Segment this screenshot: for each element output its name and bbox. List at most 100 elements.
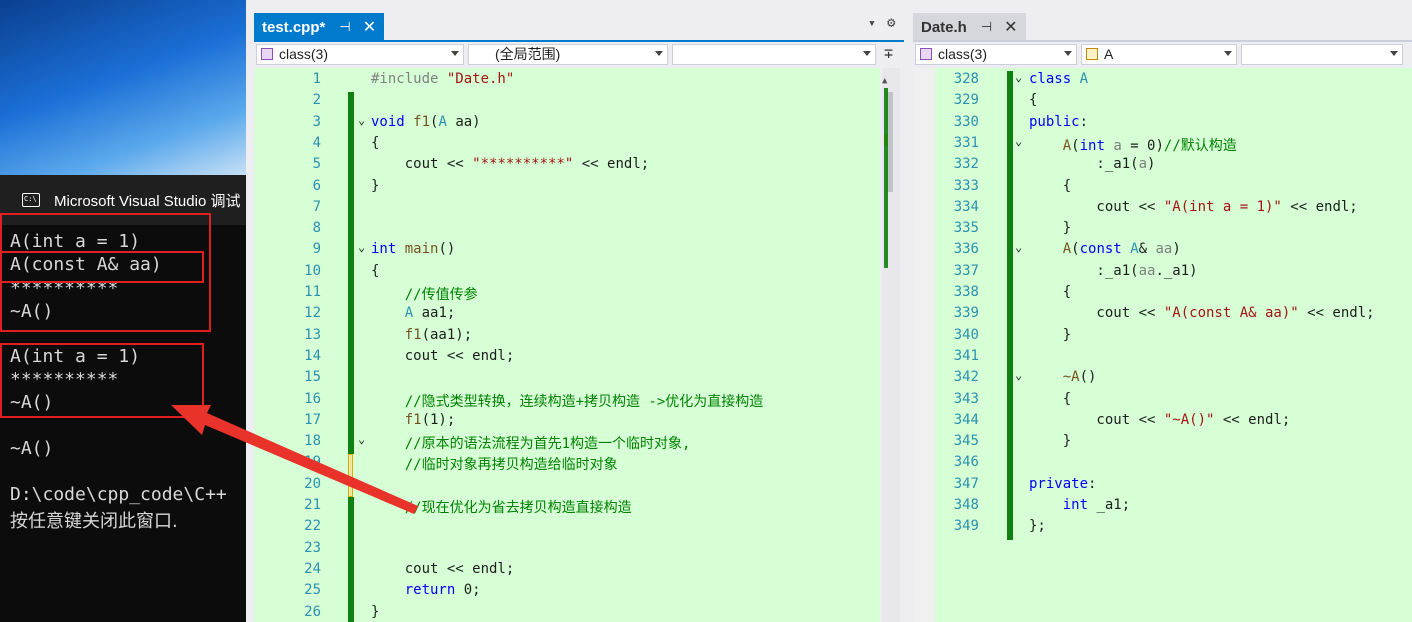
code-line[interactable]: cout << "**********" << endl; <box>371 156 649 172</box>
scope-dropdown[interactable]: (全局范围) <box>468 43 668 65</box>
code-line[interactable]: class A <box>1029 71 1088 87</box>
code-line[interactable]: :_a1(a) <box>1029 156 1155 172</box>
code-line[interactable]: cout << "~A()" << endl; <box>1029 412 1290 428</box>
line-number: 6 <box>312 177 321 194</box>
class-icon <box>261 47 273 60</box>
code-line[interactable]: cout << "A(int a = 1)" << endl; <box>1029 199 1357 215</box>
editor-margin <box>913 68 935 622</box>
close-icon[interactable]: ✕ <box>363 17 376 37</box>
line-number: 334 <box>953 198 979 215</box>
code-line[interactable]: { <box>371 263 379 279</box>
code-line[interactable]: return 0; <box>371 582 481 598</box>
chevron-down-icon <box>1390 50 1398 56</box>
code-line[interactable]: cout << "A(const A& aa)" << endl; <box>1029 305 1374 321</box>
code-line[interactable]: } <box>1029 433 1071 449</box>
code-line[interactable]: //原本的语法流程为首先1构造一个临时对象, <box>371 433 691 453</box>
line-number: 333 <box>953 177 979 194</box>
scope-dropdown[interactable]: A <box>1081 43 1237 65</box>
close-icon[interactable]: ✕ <box>1004 17 1017 37</box>
line-number: 10 <box>304 262 321 279</box>
highlight-box-copy-ctor <box>0 251 204 283</box>
line-number: 347 <box>953 475 979 492</box>
fold-chevron-icon[interactable]: ⌄ <box>358 432 365 446</box>
line-number: 21 <box>304 497 321 513</box>
code-line[interactable]: ~A() <box>1029 369 1097 385</box>
fold-chevron-icon[interactable]: ⌄ <box>1015 70 1022 84</box>
code-line[interactable]: cout << endl; <box>371 348 515 364</box>
line-number: 345 <box>953 433 979 450</box>
line-number: 329 <box>953 92 979 109</box>
fold-chevron-icon[interactable]: ⌄ <box>1015 368 1022 382</box>
line-number: 11 <box>304 284 321 300</box>
code-line[interactable]: int main() <box>371 241 455 257</box>
gear-icon[interactable]: ⚙ <box>887 15 895 31</box>
line-number: 7 <box>312 198 321 215</box>
code-line[interactable]: private: <box>1029 476 1096 492</box>
line-number: 338 <box>953 284 979 300</box>
line-number: 18 <box>304 433 321 450</box>
code-line[interactable]: void f1(A aa) <box>371 114 481 130</box>
member-dropdown[interactable] <box>672 43 876 65</box>
class-dropdown[interactable]: class(3) <box>256 43 464 65</box>
code-line[interactable]: } <box>1029 220 1071 236</box>
line-number: 349 <box>953 518 979 535</box>
navigation-bar: class(3) A <box>913 40 1412 66</box>
tab-title: Date.h <box>921 18 967 36</box>
change-marker <box>884 88 888 268</box>
code-line[interactable]: #include "Date.h" <box>371 71 514 87</box>
line-number: 24 <box>304 560 321 577</box>
tab-strip: test.cpp* ⊣ ✕ ▾ ⚙ <box>254 10 904 41</box>
code-editor[interactable]: 1 #include "Date.h" 2 3 void f1(A aa) 4{5 cou… <box>254 68 880 622</box>
code-line[interactable]: }; <box>1029 518 1046 534</box>
code-editor[interactable]: 328 class A 329 {330 public: 331 A(int a = 0)… <box>935 68 1412 622</box>
code-line[interactable]: } <box>1029 327 1071 343</box>
editor-pane-date-h: Date.h ⊣ ✕ class(3) A 328 class A 329 {330 p… <box>913 10 1412 622</box>
line-number: 22 <box>304 518 321 535</box>
fold-chevron-icon[interactable]: ⌄ <box>358 240 365 254</box>
code-line[interactable]: { <box>1029 391 1071 407</box>
line-number: 332 <box>953 156 979 173</box>
line-number: 335 <box>953 220 979 237</box>
line-number: 346 <box>953 454 979 471</box>
code-line[interactable]: { <box>1029 284 1071 300</box>
code-line[interactable]: } <box>371 178 379 194</box>
code-line[interactable]: //临时对象再拷贝构造给临时对象 <box>371 454 618 474</box>
code-line[interactable]: //传值传参 <box>371 284 478 304</box>
line-number: 17 <box>304 411 321 428</box>
code-line[interactable]: f1(1); <box>371 412 456 428</box>
code-line[interactable]: A aa1; <box>371 305 456 321</box>
code-line[interactable]: //现在优化为省去拷贝构造直接构造 <box>371 497 632 517</box>
scroll-up-icon[interactable]: ▲ <box>882 76 887 86</box>
dropdown-chevron-icon[interactable]: ▾ <box>868 16 876 31</box>
code-line[interactable]: { <box>1029 178 1071 194</box>
code-line[interactable]: { <box>371 135 379 151</box>
line-number: 12 <box>304 305 321 322</box>
pin-icon[interactable]: ⊣ <box>339 19 350 35</box>
split-icon[interactable]: ∓ <box>884 44 893 62</box>
chevron-down-icon <box>1224 50 1232 56</box>
member-dropdown[interactable] <box>1241 43 1403 65</box>
code-line[interactable]: public: <box>1029 114 1088 130</box>
fold-chevron-icon[interactable]: ⌄ <box>1015 240 1022 254</box>
line-number: 14 <box>304 347 321 364</box>
code-line[interactable]: //隐式类型转换，连续构造+拷贝构造 ->优化为直接构造 <box>371 391 764 411</box>
code-line[interactable]: f1(aa1); <box>371 327 472 343</box>
code-line[interactable]: :_a1(aa._a1) <box>1029 263 1197 279</box>
tab-test-cpp[interactable]: test.cpp* ⊣ ✕ <box>254 13 385 41</box>
class-dropdown[interactable]: class(3) <box>915 43 1077 65</box>
line-number: 25 <box>304 582 321 599</box>
line-number: 336 <box>953 241 979 258</box>
code-line[interactable]: } <box>371 604 379 620</box>
vertical-scrollbar[interactable]: ▲ <box>882 68 900 622</box>
fold-chevron-icon[interactable]: ⌄ <box>358 113 365 127</box>
code-line[interactable]: { <box>1029 92 1037 108</box>
code-line[interactable]: cout << endl; <box>371 561 515 577</box>
fold-chevron-icon[interactable]: ⌄ <box>1015 134 1022 148</box>
tab-date-h[interactable]: Date.h ⊣ ✕ <box>913 13 1026 41</box>
code-line[interactable]: A(int a = 0)//默认构造 <box>1029 135 1237 155</box>
code-line[interactable]: A(const A& aa) <box>1029 241 1181 257</box>
pin-icon[interactable]: ⊣ <box>981 19 992 35</box>
code-line[interactable]: int _a1; <box>1029 497 1130 513</box>
desktop-wallpaper <box>0 0 246 175</box>
console-output: A(int a = 1) A(const A& aa) ********** ~… <box>10 0 227 532</box>
